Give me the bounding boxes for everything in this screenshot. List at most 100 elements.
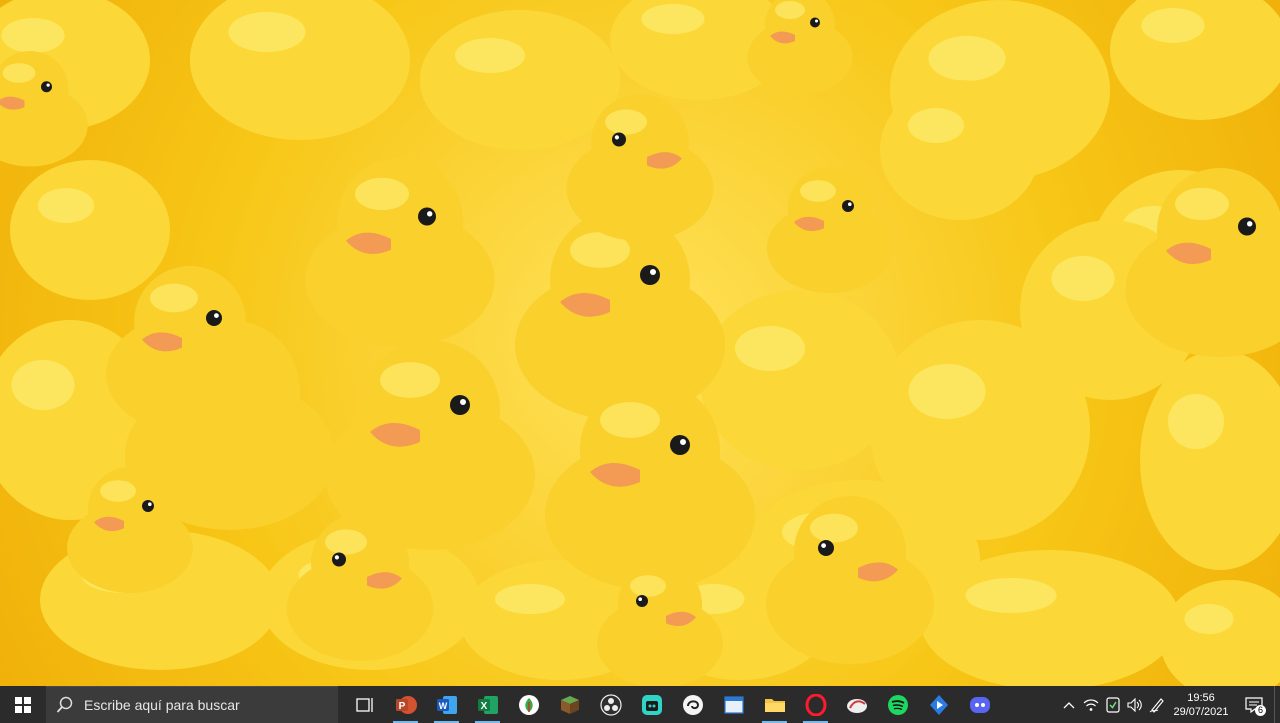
duck-body-shape	[880, 80, 1040, 220]
white-swirl-icon	[682, 694, 703, 715]
pen-icon	[1149, 697, 1164, 713]
pinned-apps: P W X	[344, 686, 1000, 723]
duck-eye-glint-shape	[148, 502, 152, 507]
duck-eye-glint-shape	[848, 202, 852, 206]
file-explorer-app[interactable]	[754, 686, 795, 723]
word-app[interactable]: W	[426, 686, 467, 723]
duck-highlight-shape	[1168, 394, 1224, 449]
notification-center-button[interactable]: 6	[1234, 686, 1274, 723]
green-app[interactable]	[508, 686, 549, 723]
duck-body-shape	[700, 290, 900, 470]
duck-eye-glint-shape	[614, 135, 620, 140]
white-app[interactable]	[672, 686, 713, 723]
clock[interactable]: 19:56 29/07/2021	[1168, 691, 1234, 719]
duck-eye-shape	[418, 207, 436, 226]
duck-highlight-shape	[928, 36, 1006, 81]
duck-eye-glint-shape	[1247, 221, 1253, 227]
duck-highlight-shape	[38, 188, 94, 223]
taskbar: Escribe aquí para buscar P W X 19:56 29/…	[0, 686, 1280, 723]
desktop-wallpaper	[0, 0, 1280, 686]
duck-highlight-shape	[1051, 256, 1115, 301]
duck-head-shape	[591, 94, 689, 192]
powerpoint-icon: P	[395, 695, 417, 714]
app-window-icon	[723, 695, 744, 714]
start-button[interactable]	[0, 686, 46, 723]
teal-app[interactable]	[631, 686, 672, 723]
duck-eye-shape	[41, 81, 52, 93]
defender-button[interactable]	[1102, 686, 1124, 723]
duck-highlight-shape	[630, 575, 666, 597]
excel-icon: X	[477, 695, 498, 714]
duck-highlight-shape	[2, 63, 36, 83]
duck-highlight-shape	[810, 513, 858, 543]
duck-eye-glint-shape	[680, 439, 686, 445]
spotify-app[interactable]	[877, 686, 918, 723]
duck-highlight-shape	[1141, 8, 1205, 43]
duck-highlight-shape	[455, 38, 525, 73]
duck-eye-shape	[636, 595, 648, 607]
duck-highlight-shape	[735, 326, 805, 371]
duck-head-shape	[311, 514, 409, 612]
folder-icon	[764, 698, 785, 712]
notification-count-badge: 6	[1255, 705, 1266, 716]
duck-highlight-shape	[228, 12, 306, 52]
svg-text:X: X	[480, 701, 487, 712]
duck-highlight-shape	[1184, 604, 1234, 634]
duck-highlight-shape	[600, 402, 660, 438]
duck-eye-shape	[1238, 217, 1256, 236]
pen-button[interactable]	[1146, 686, 1168, 723]
show-desktop-button[interactable]	[1274, 686, 1280, 723]
duck-highlight-shape	[908, 108, 964, 143]
excel-app[interactable]: X	[467, 686, 508, 723]
duck-highlight-shape	[1175, 187, 1229, 221]
duck-eye-glint-shape	[638, 597, 642, 601]
show-hidden-icons-button[interactable]	[1058, 686, 1080, 723]
blue-app[interactable]	[918, 686, 959, 723]
duck-body-shape	[420, 10, 620, 150]
word-icon: W	[436, 695, 457, 714]
duck-head-shape	[337, 158, 463, 284]
duck-head-shape	[1157, 168, 1280, 294]
duck-highlight-shape	[641, 4, 705, 34]
minecraft-app[interactable]	[549, 686, 590, 723]
task-view-icon	[355, 697, 373, 712]
duck-eye-shape	[842, 200, 854, 212]
duck-eye-shape	[332, 552, 346, 567]
window-app[interactable]	[713, 686, 754, 723]
system-tray: 19:56 29/07/2021 6	[1058, 686, 1280, 723]
duck-highlight-shape	[495, 584, 565, 614]
windows-logo-icon	[15, 696, 31, 713]
network-button[interactable]	[1080, 686, 1102, 723]
powerpoint-app[interactable]: P	[385, 686, 426, 723]
duck-eye-shape	[206, 310, 222, 326]
wifi-icon	[1083, 698, 1099, 711]
duck-highlight-shape	[150, 283, 198, 313]
search-placeholder: Escribe aquí para buscar	[84, 697, 240, 713]
duck-highlight-shape	[775, 1, 805, 19]
duck-head-shape	[788, 167, 872, 251]
duck-head-shape	[618, 562, 702, 646]
spotify-icon	[887, 694, 908, 715]
duck-eye-glint-shape	[815, 19, 818, 23]
search-box[interactable]: Escribe aquí para buscar	[46, 686, 338, 723]
volume-button[interactable]	[1124, 686, 1146, 723]
discord-app[interactable]	[959, 686, 1000, 723]
obs-icon	[599, 693, 622, 716]
duck-eye-shape	[450, 395, 470, 415]
search-icon	[56, 696, 73, 713]
blue-app-icon	[929, 694, 948, 715]
duck-highlight-shape	[908, 364, 986, 419]
duck-eye-glint-shape	[46, 83, 50, 87]
chevron-up-icon	[1063, 701, 1075, 708]
cloud-app[interactable]	[836, 686, 877, 723]
duck-body-shape	[10, 160, 170, 300]
duck-highlight-shape	[100, 480, 136, 502]
opera-app[interactable]	[795, 686, 836, 723]
duck-body-shape	[190, 0, 410, 140]
green-leaf-icon	[518, 694, 539, 715]
duck-eye-shape	[670, 435, 690, 455]
task-view-button[interactable]	[344, 686, 385, 723]
duck-highlight-shape	[11, 360, 75, 410]
obs-app[interactable]	[590, 686, 631, 723]
duck-highlight-shape	[800, 180, 836, 202]
